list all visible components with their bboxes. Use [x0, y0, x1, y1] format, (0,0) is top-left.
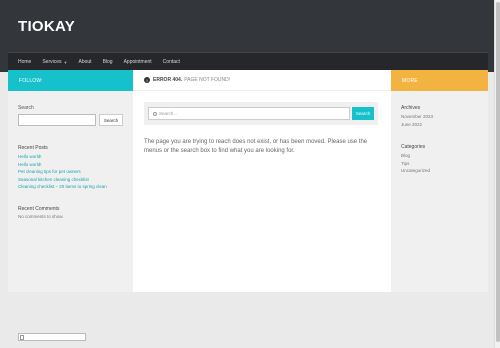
recent-post-link[interactable]: Hello world!: [18, 161, 123, 169]
recent-comments-heading: Recent Comments: [18, 205, 60, 212]
nav-item-contact[interactable]: Contact: [163, 59, 180, 65]
archive-link[interactable]: November 2023: [401, 113, 478, 121]
nav-label[interactable]: Appointment: [124, 59, 152, 65]
sidebar-search-input[interactable]: [18, 114, 96, 126]
error-label: ERROR 404.: [153, 77, 183, 83]
search-icon: [153, 111, 157, 116]
nav-label[interactable]: Services: [42, 59, 61, 65]
nav-item-blog[interactable]: Blog: [103, 59, 113, 65]
categories-heading: Categories: [401, 144, 426, 150]
nav-item-appointment[interactable]: Appointment: [124, 59, 152, 65]
more-bar: MORE: [391, 70, 488, 91]
recent-posts-heading: Recent Posts: [18, 145, 48, 151]
recent-post-link[interactable]: Pet cleaning tips for pet owners: [18, 168, 123, 176]
archive-link[interactable]: June 2022: [401, 121, 478, 129]
error-text: PAGE NOT FOUND!: [184, 77, 231, 83]
nav-label[interactable]: Home: [18, 59, 31, 65]
archives-heading: Archives: [401, 105, 421, 111]
site-title[interactable]: TIOKAY: [18, 18, 75, 35]
sidebar-right: MORE Archives November 2023 June 2022 Ca…: [391, 70, 488, 292]
scrollbar-thumb[interactable]: [496, 2, 500, 342]
chevron-down-icon[interactable]: ▼: [64, 60, 68, 65]
content-search-button[interactable]: Search: [352, 107, 374, 120]
recent-comments-widget: Recent Comments No comments to show.: [8, 206, 133, 219]
scrollbar[interactable]: [494, 0, 500, 348]
main-nav: Home Services ▼ About Blog Appointment Co…: [8, 52, 488, 70]
nav-item-home[interactable]: Home: [18, 59, 31, 65]
categories-widget: Categories Blog Tips Uncategorized: [391, 144, 488, 175]
more-label: MORE: [402, 77, 418, 84]
nav-label[interactable]: Blog: [103, 59, 113, 65]
content-search-box: Search... Search: [144, 102, 378, 125]
content-search-input[interactable]: Search...: [148, 107, 350, 120]
sidebar-search-button[interactable]: Search: [99, 114, 123, 126]
recent-post-link[interactable]: Cleaning checklist – 20 items to spring …: [18, 183, 123, 191]
category-link[interactable]: Uncategorized: [401, 167, 478, 175]
follow-label: FOLLOW:: [19, 77, 43, 84]
archives-widget: Archives November 2023 June 2022: [391, 105, 488, 128]
nav-label[interactable]: About: [79, 59, 92, 65]
follow-bar: FOLLOW:: [8, 70, 133, 91]
category-link[interactable]: Blog: [401, 152, 478, 160]
not-found-message: The page you are trying to reach does no…: [144, 139, 368, 154]
info-icon: !: [144, 77, 150, 83]
nav-item-services[interactable]: Services ▼: [42, 59, 67, 65]
search-widget: Search Search: [8, 105, 133, 126]
nav-item-about[interactable]: About: [79, 59, 92, 65]
recent-comments-text: No comments to show.: [18, 213, 64, 219]
broken-image-placeholder: [18, 333, 86, 341]
page-wrapper: FOLLOW: Search Search Recent Posts Hello…: [8, 70, 488, 292]
recent-post-link[interactable]: Hello world!: [18, 153, 123, 161]
search-widget-title: Search: [18, 105, 34, 111]
broken-image-icon: [20, 335, 24, 340]
error-heading: ! ERROR 404. PAGE NOT FOUND!: [133, 70, 391, 91]
search-placeholder: Search...: [159, 111, 178, 116]
category-link[interactable]: Tips: [401, 160, 478, 168]
nav-label[interactable]: Contact: [163, 59, 180, 65]
recent-posts-widget: Recent Posts Hello world! Hello world! P…: [8, 145, 133, 191]
main-content: ! ERROR 404. PAGE NOT FOUND! Search... S…: [133, 70, 391, 292]
sidebar-left: FOLLOW: Search Search Recent Posts Hello…: [8, 70, 133, 292]
recent-post-link[interactable]: Seasonal kitchen cleaning checklist: [18, 176, 123, 184]
